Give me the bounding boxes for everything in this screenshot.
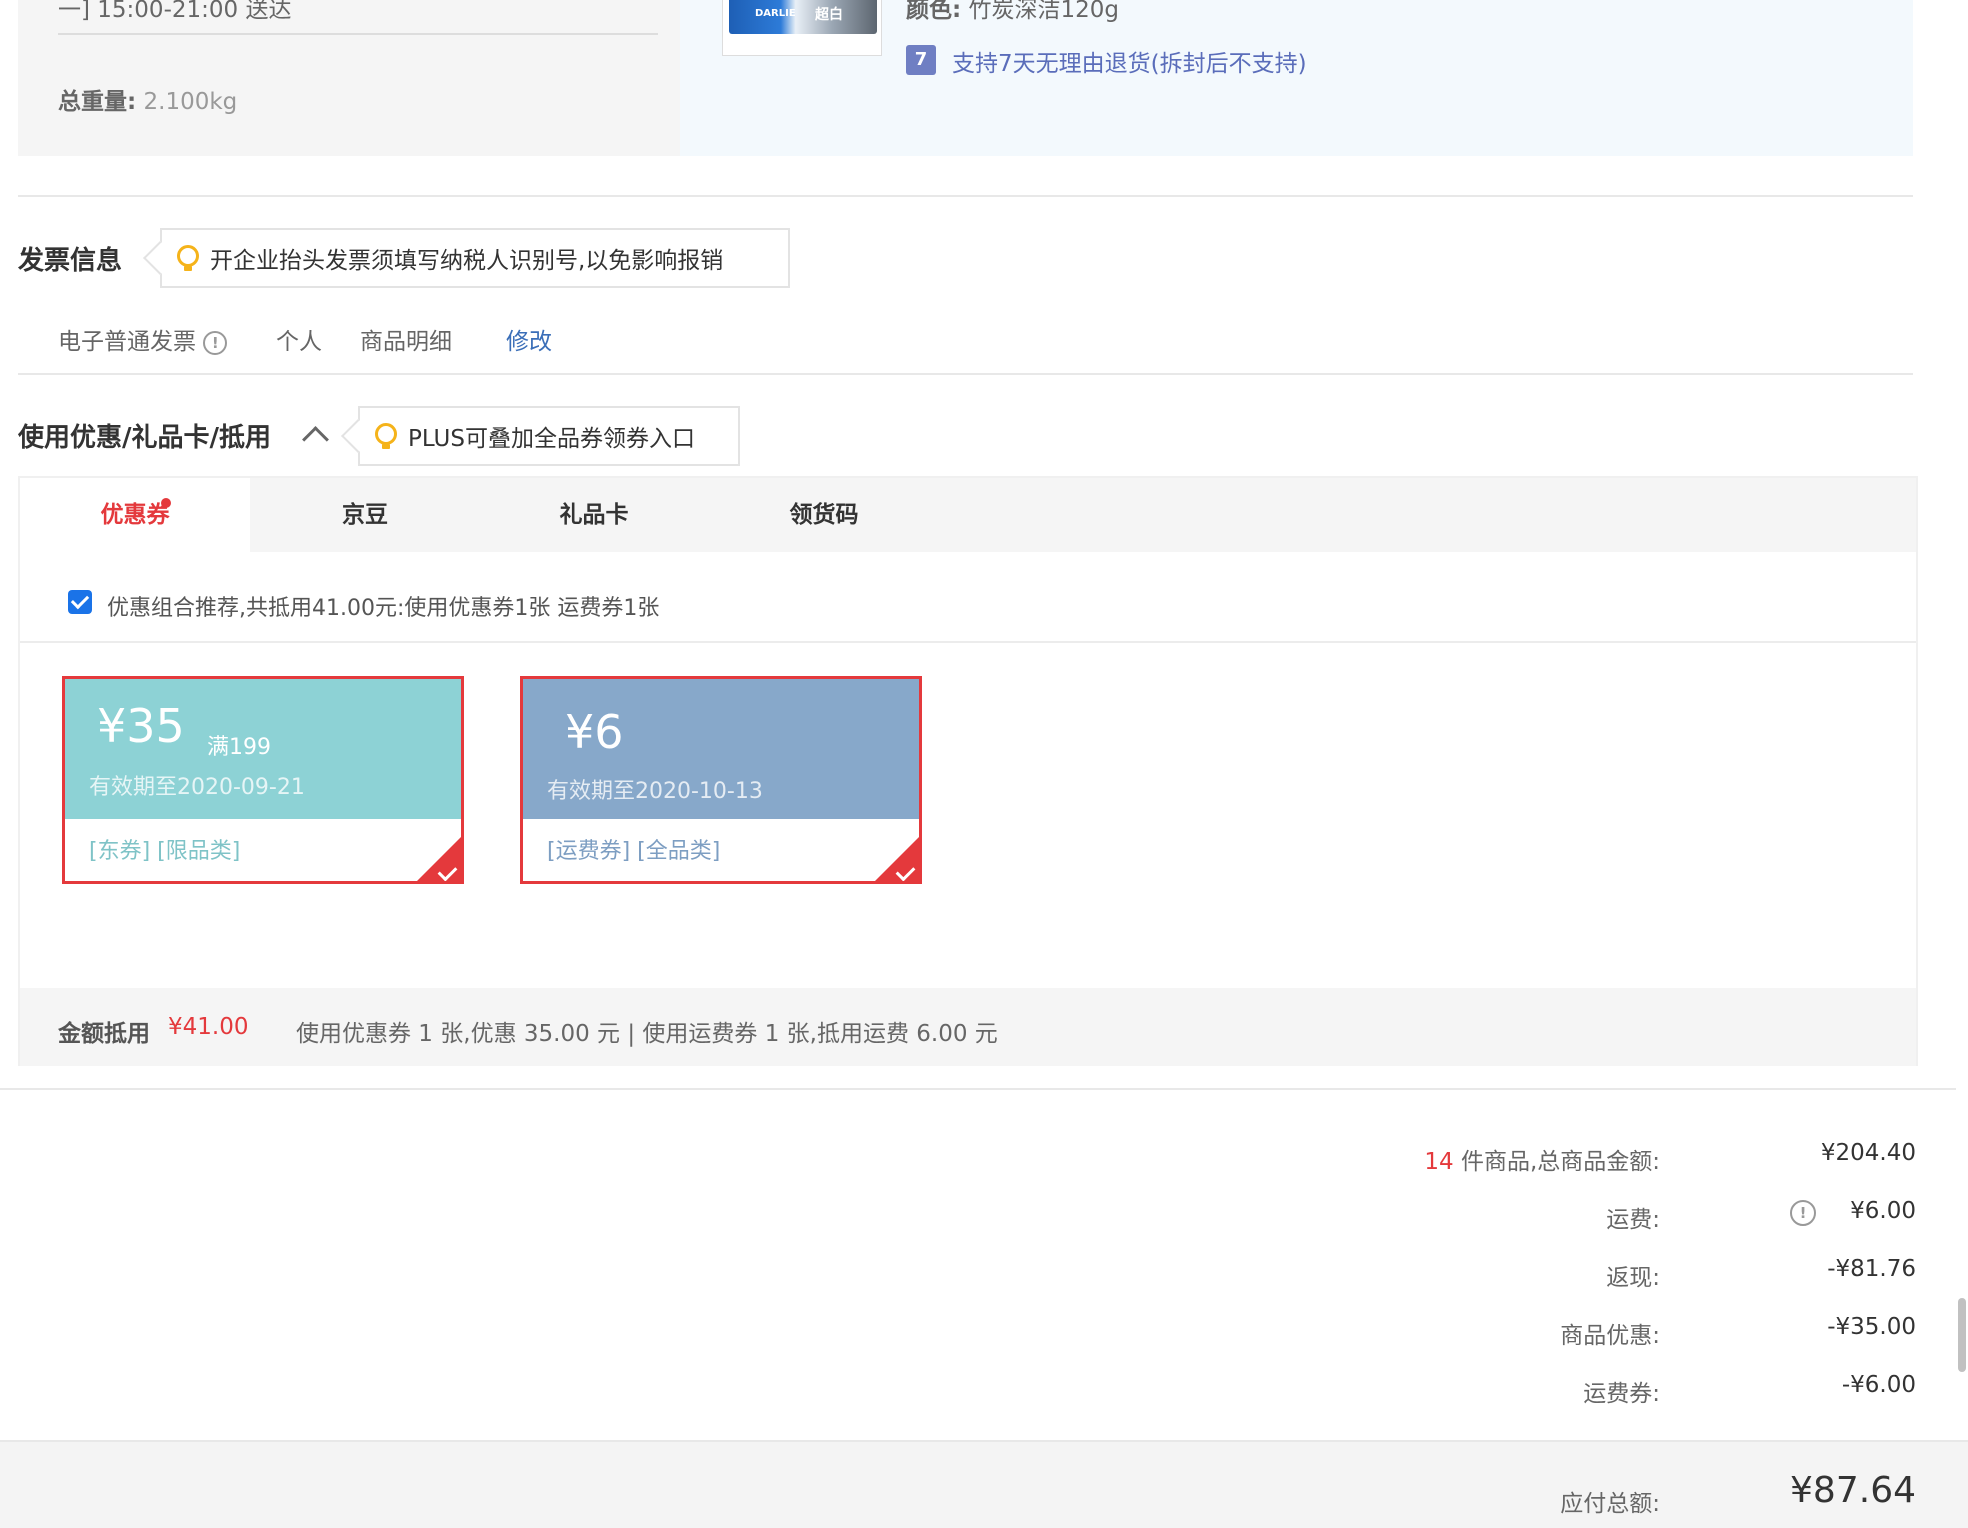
section-divider — [18, 373, 1913, 375]
chevron-up-icon[interactable] — [302, 426, 329, 453]
cashback-value: -¥81.76 — [1827, 1256, 1916, 1282]
product-discount-label: 商品优惠: — [1560, 1323, 1660, 1349]
shipping-coupon-value: -¥6.00 — [1841, 1372, 1916, 1398]
discount-title: 使用优惠/礼品卡/抵用 — [18, 423, 271, 453]
delivery-divider — [58, 33, 658, 35]
items-total-value: ¥204.40 — [1820, 1140, 1916, 1166]
coupon-validity: 有效期至2020-10-13 — [547, 779, 763, 804]
tab-gift-card[interactable]: 礼品卡 — [479, 478, 709, 552]
toothpaste-image: DARLIE 超白 — [729, 0, 877, 34]
coupon-tags: [东券] [限品类] — [89, 839, 241, 864]
deduct-label: 金额抵用 — [58, 1021, 150, 1047]
coupon-amount: ¥6 — [565, 705, 624, 759]
items-total-label: 14 件商品,总商品金额: — [1424, 1149, 1660, 1175]
total-value: ¥87.64 — [1790, 1470, 1916, 1511]
section-divider — [18, 195, 1913, 197]
shipping-label: 运费: — [1606, 1207, 1660, 1233]
cashback-label: 返现: — [1606, 1265, 1660, 1291]
deduct-amount: ¥41.00 — [168, 1014, 249, 1040]
shipping-coupon-label: 运费券: — [1583, 1381, 1660, 1407]
invoice-holder: 个人 — [276, 329, 322, 355]
delivery-time: 一] 15:00-21:00 送达 — [58, 0, 292, 23]
shipping-value: ¥6.00 — [1850, 1198, 1916, 1224]
invoice-edit-link[interactable]: 修改 — [506, 322, 552, 356]
total-bar — [0, 1440, 1968, 1528]
invoice-title: 发票信息 — [18, 246, 123, 276]
tab-pickup-code[interactable]: 领货码 — [709, 478, 939, 552]
info-icon[interactable]: ! — [203, 330, 228, 355]
coupon-tags: [运费券] [全品类] — [547, 839, 721, 864]
bulb-icon — [177, 245, 200, 271]
section-divider — [0, 1088, 1956, 1090]
recommend-checkbox[interactable] — [68, 590, 92, 614]
invoice-content: 商品明细 — [360, 329, 452, 355]
return-7day-icon: 7 — [906, 45, 936, 75]
coupon-top: ¥35 满199 有效期至2020-09-21 — [65, 679, 461, 819]
info-icon[interactable]: ! — [1790, 1200, 1816, 1226]
product-discount-value: -¥35.00 — [1827, 1314, 1916, 1340]
coupon-card[interactable]: ¥35 满199 有效期至2020-09-21 [东券] [限品类] — [62, 676, 464, 884]
invoice-tip: 开企业抬头发票须填写纳税人识别号,以免影响报销 — [160, 228, 790, 288]
plus-tip[interactable]: PLUS可叠加全品券领券入口 — [358, 406, 740, 466]
deduct-detail: 使用优惠券 1 张,优惠 35.00 元 | 使用运费券 1 张,抵用运费 6.… — [296, 1021, 998, 1047]
product-color: 颜色: 竹炭深洁120g — [906, 0, 1120, 23]
coupon-card[interactable]: ¥6 有效期至2020-10-13 [运费券] [全品类] — [520, 676, 922, 884]
new-dot-badge — [161, 498, 171, 508]
return-policy[interactable]: 支持7天无理由退货(拆封后不支持) — [952, 44, 1307, 78]
delivery-panel: 一] 15:00-21:00 送达 总重量: 2.100kg — [18, 0, 680, 156]
total-label: 应付总额: — [1560, 1491, 1660, 1517]
coupon-condition: 满199 — [207, 735, 271, 760]
scrollbar-thumb[interactable] — [1958, 1298, 1966, 1372]
recommend-text: 优惠组合推荐,共抵用41.00元:使用优惠券1张 运费券1张 — [107, 596, 660, 621]
coupon-validity: 有效期至2020-09-21 — [89, 775, 305, 800]
bulb-icon — [375, 423, 398, 449]
coupon-top: ¥6 有效期至2020-10-13 — [523, 679, 919, 819]
tab-coupon[interactable]: 优惠券 — [20, 478, 250, 552]
tab-jingdou[interactable]: 京豆 — [250, 478, 480, 552]
product-thumbnail[interactable]: DARLIE 超白 — [722, 0, 882, 56]
total-weight: 总重量: 2.100kg — [58, 89, 238, 115]
recommend-divider — [20, 641, 1916, 643]
coupon-amount: ¥35 — [97, 699, 185, 753]
invoice-type: 电子普通发票 ! — [58, 322, 228, 356]
